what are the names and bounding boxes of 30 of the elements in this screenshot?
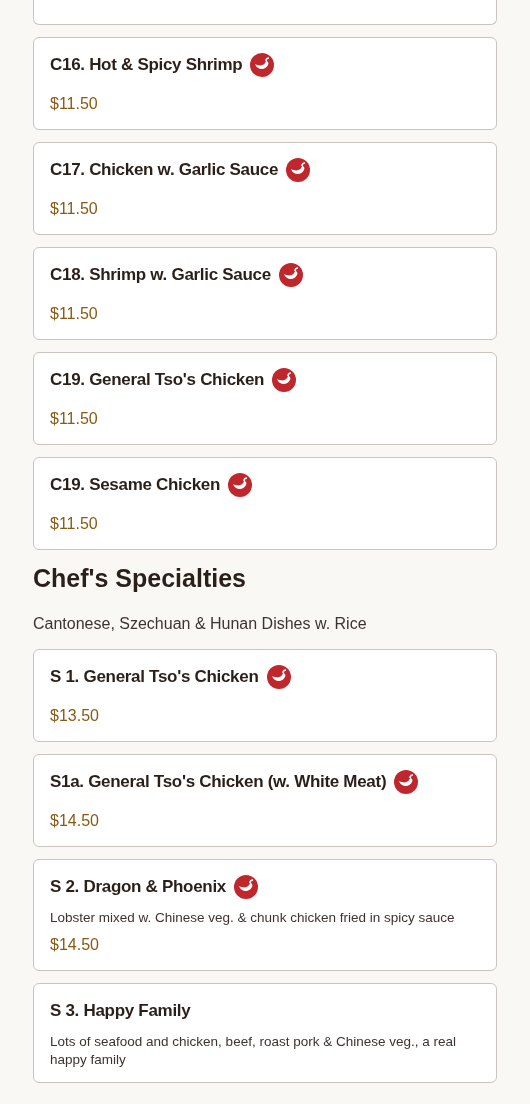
item-name: S1a. General Tso's Chicken (w. White Meat) [50, 771, 387, 794]
item-price: $13.50 [50, 706, 100, 726]
item-name: C18. Shrimp w. Garlic Sauce [50, 264, 271, 287]
menu-item-card[interactable]: S 2. Dragon & Phoenix Lobster mixed w. Chinese veg. & chunk chicken fried in spicy sauce $14.50 [33, 859, 497, 971]
menu-item-card[interactable]: C19. General Tso's Chicken $11.50 [33, 352, 497, 445]
item-price: $11.50 [50, 304, 99, 324]
item-price: $11.50 [50, 199, 99, 219]
menu-item-card[interactable]: C17. Chicken w. Garlic Sauce $11.50 [33, 142, 497, 235]
item-price: $14.50 [50, 935, 100, 955]
menu-item-card[interactable]: C19. Sesame Chicken $11.50 [33, 457, 497, 550]
item-name: S 3. Happy Family [50, 1000, 191, 1023]
menu-item-card[interactable]: C16. Hot & Spicy Shrimp $11.50 [33, 37, 497, 130]
menu-item-card[interactable]: S1a. General Tso's Chicken (w. White Meat) $14.50 [33, 754, 497, 847]
section-subtitle: Cantonese, Szechuan & Hunan Dishes w. Rice [33, 614, 368, 634]
item-name: C16. Hot & Spicy Shrimp [50, 54, 243, 77]
item-name: C17. Chicken w. Garlic Sauce [50, 159, 279, 182]
item-name: S 2. Dragon & Phoenix [50, 876, 226, 899]
menu-item-card[interactable]: S 3. Happy Family Lots of seafood and chicken, beef, roast pork & Chinese veg., a real happy family [33, 983, 497, 1083]
item-price: $11.50 [50, 409, 99, 429]
item-name: C19. Sesame Chicken [50, 474, 221, 497]
menu-item-card[interactable]: C18. Shrimp w. Garlic Sauce $11.50 [33, 247, 497, 340]
item-description: Lobster mixed w. Chinese veg. & chunk chicken fried in spicy sauce [50, 909, 456, 927]
item-name: C19. General Tso's Chicken [50, 369, 265, 392]
item-price: $14.50 [50, 811, 100, 831]
item-name: S 1. General Tso's Chicken [50, 666, 259, 689]
item-description: Lots of seafood and chicken, beef, roast pork & Chinese veg., a real happy family [50, 1033, 457, 1069]
section-heading: Chef's Specialties [33, 563, 247, 594]
item-price: $11.50 [50, 94, 99, 114]
menu-item-card[interactable]: S 1. General Tso's Chicken $13.50 [33, 649, 497, 742]
item-price: $11.50 [50, 514, 99, 534]
